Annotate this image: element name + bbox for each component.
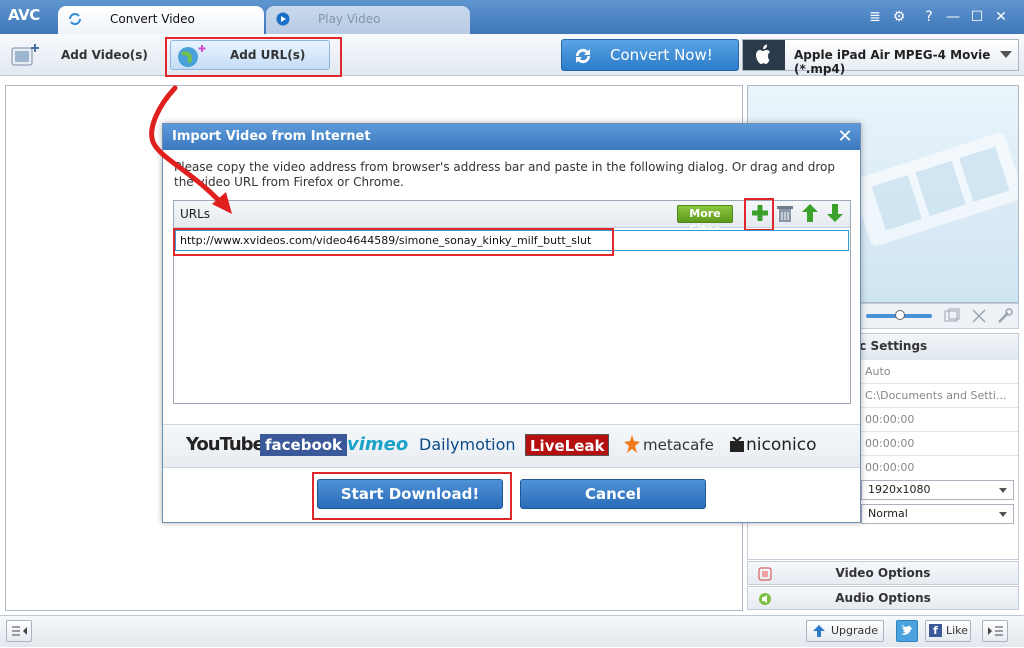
- dialog-message: Please copy the video address from brows…: [174, 160, 836, 189]
- facebook-icon: f: [929, 624, 942, 637]
- site-niconico: niconico: [730, 432, 817, 458]
- upgrade-label: Upgrade: [831, 624, 879, 637]
- settings-row-output-folder[interactable]: C:\Documents and Setti...: [861, 383, 1018, 407]
- settings-row-start-time[interactable]: 00:00:00: [861, 407, 1018, 431]
- url-entry[interactable]: http://www.xvideos.com/video4644589/simo…: [175, 230, 849, 251]
- add-urls-button[interactable]: Add URL(s): [170, 40, 330, 70]
- urls-label: URLs: [180, 207, 211, 221]
- site-vimeo: vimeo: [347, 434, 409, 455]
- site-facebook: facebook: [260, 434, 348, 456]
- speaker-icon: [759, 593, 771, 605]
- move-down-icon[interactable]: [826, 203, 844, 223]
- like-label: Like: [946, 624, 968, 637]
- tab-convert-video[interactable]: Convert Video: [58, 6, 264, 34]
- list-icon[interactable]: ≣: [866, 8, 884, 26]
- tab-play-video[interactable]: Play Video: [266, 6, 470, 34]
- film-icon: [758, 567, 772, 581]
- facebook-like-button[interactable]: f Like: [925, 620, 971, 642]
- chevron-down-icon: [1000, 51, 1012, 58]
- add-urls-label: Add URL(s): [230, 48, 306, 62]
- add-icon[interactable]: [750, 203, 770, 223]
- close-button[interactable]: ✕: [992, 8, 1010, 26]
- trash-icon[interactable]: [776, 204, 794, 224]
- video-options-label: Video Options: [835, 566, 931, 580]
- youtube-logo: YouTube: [186, 434, 265, 455]
- site-dailymotion: Dailymotion: [419, 435, 516, 454]
- site-metacafe: metacafe: [623, 432, 714, 458]
- upgrade-button[interactable]: Upgrade: [806, 620, 884, 642]
- scissors-icon[interactable]: [970, 308, 988, 324]
- metacafe-label: metacafe: [643, 436, 714, 454]
- play-icon: [276, 12, 290, 26]
- film-add-icon: [11, 44, 39, 66]
- profile-label: Apple iPad Air MPEG-4 Movie (*.mp4): [794, 48, 991, 76]
- maximize-button[interactable]: ☐: [968, 8, 986, 26]
- menu-toggle-button[interactable]: [6, 620, 32, 642]
- convert-icon: [575, 48, 591, 64]
- move-up-icon[interactable]: [801, 203, 819, 223]
- film-strip-icon: [852, 133, 1018, 246]
- dialog-close-icon[interactable]: ✕: [835, 126, 855, 148]
- url-list-header: URLs: [174, 201, 850, 228]
- help-icon[interactable]: ?: [920, 8, 938, 26]
- app-logo: AVC: [8, 6, 40, 24]
- panel-toggle-button[interactable]: [982, 620, 1008, 642]
- snapshot-icon[interactable]: [943, 308, 961, 324]
- settings-row-size[interactable]: Auto: [861, 359, 1018, 383]
- wrench-icon[interactable]: [996, 308, 1014, 324]
- metacafe-icon: [624, 435, 640, 453]
- apple-icon: [743, 40, 785, 70]
- resolution-select[interactable]: 1920x1080: [861, 480, 1014, 500]
- dialog-title: Import Video from Internet: [163, 124, 860, 150]
- niconico-icon: [730, 437, 744, 452]
- slider-thumb[interactable]: [895, 310, 905, 320]
- more-sites-button[interactable]: More Sites: [677, 205, 733, 236]
- audio-options-bar[interactable]: Audio Options: [747, 586, 1019, 610]
- arrow-up-icon: [813, 625, 825, 637]
- convert-now-button[interactable]: Convert Now!: [561, 39, 739, 71]
- niconico-label: niconico: [746, 435, 817, 455]
- twitter-icon[interactable]: [896, 620, 918, 642]
- start-download-button[interactable]: Start Download!: [317, 479, 503, 509]
- settings-row-stop-time[interactable]: 00:00:00: [861, 431, 1018, 455]
- add-videos-button[interactable]: Add Video(s): [6, 40, 156, 70]
- refresh-icon: [69, 13, 81, 25]
- convert-now-label: Convert Now!: [610, 46, 713, 64]
- quality-select[interactable]: Normal: [861, 504, 1014, 524]
- site-youtube: YouTube: [186, 432, 265, 458]
- video-options-bar[interactable]: Video Options: [747, 561, 1019, 585]
- tab-label: Convert Video: [110, 12, 195, 26]
- audio-options-label: Audio Options: [835, 591, 931, 605]
- add-videos-label: Add Video(s): [61, 48, 148, 62]
- output-profile-dropdown[interactable]: Apple iPad Air MPEG-4 Movie (*.mp4): [742, 39, 1019, 76]
- tab-label: Play Video: [318, 12, 381, 26]
- site-liveleak: LiveLeak: [525, 434, 610, 456]
- cancel-button[interactable]: Cancel: [520, 479, 706, 509]
- gear-icon[interactable]: ⚙: [890, 8, 908, 26]
- minimize-button[interactable]: —: [944, 8, 962, 26]
- globe-add-icon: [178, 45, 206, 67]
- settings-row-duration[interactable]: 00:00:00: [861, 455, 1018, 479]
